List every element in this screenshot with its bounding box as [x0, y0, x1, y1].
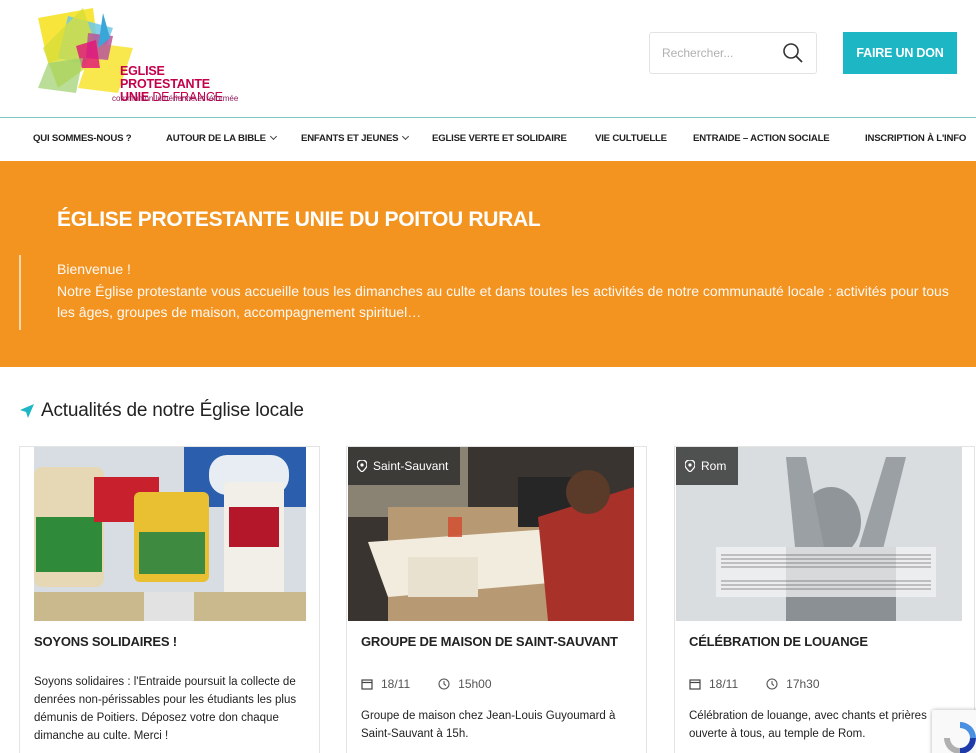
- news-card[interactable]: Saint-Sauvant GROUPE DE MAISON DE SAINT-…: [346, 446, 647, 753]
- news-card[interactable]: Rom CÉLÉBRATION DE LOUANGE 18/11 17h30 C…: [674, 446, 975, 753]
- nav-item-qui-sommes-nous[interactable]: QUI SOMMES-NOUS ?: [33, 133, 132, 144]
- nav-item-eglise-verte[interactable]: EGLISE VERTE ET SOLIDAIRE: [432, 133, 567, 144]
- card-image[interactable]: Saint-Sauvant: [348, 447, 634, 621]
- card-meta: 18/11 17h30: [689, 677, 820, 691]
- donate-button[interactable]: FAIRE UN DON: [843, 32, 957, 74]
- calendar-icon: [361, 679, 373, 690]
- nav-item-inscription[interactable]: INSCRIPTION À L'INFO: [865, 133, 966, 144]
- clock-icon: [766, 678, 778, 690]
- hero-title: ÉGLISE PROTESTANTE UNIE DU POITOU RURAL: [57, 208, 541, 231]
- card-description: Soyons solidaires : l'Entraide poursuit …: [34, 676, 297, 742]
- card-image[interactable]: Rom: [676, 447, 962, 621]
- chevron-down-icon: [402, 132, 410, 141]
- card-title[interactable]: SOYONS SOLIDAIRES !: [34, 634, 177, 649]
- nav-item-label: EGLISE VERTE ET SOLIDAIRE: [432, 133, 567, 144]
- map-pin-icon: [685, 460, 695, 472]
- clock-icon: [438, 678, 450, 690]
- card-title[interactable]: CÉLÉBRATION DE LOUANGE: [689, 634, 868, 649]
- nav-item-label: INSCRIPTION À L'INFO: [865, 133, 967, 144]
- hero-line2: Notre Église protestante vous accueille …: [57, 282, 949, 321]
- card-time: 17h30: [786, 677, 820, 691]
- map-pin-icon: [357, 460, 367, 472]
- calendar-icon: [689, 679, 701, 690]
- chevron-down-icon: [269, 132, 277, 141]
- search-box: [649, 32, 817, 74]
- card-description: Groupe de maison chez Jean-Louis Guyouma…: [361, 710, 616, 740]
- logo-line3: communion luthérienne et réformée: [112, 94, 239, 103]
- hero-line1: Bienvenue !: [57, 261, 131, 277]
- nav-item-label: QUI SOMMES-NOUS ?: [33, 133, 132, 144]
- card-location-badge: Rom: [676, 447, 739, 485]
- nav-item-autour-de-la-bible[interactable]: AUTOUR DE LA BIBLE: [166, 132, 277, 144]
- card-location: Saint-Sauvant: [373, 459, 449, 473]
- hero-quote-bar: [19, 255, 21, 330]
- nav-item-enfants-et-jeunes[interactable]: ENFANTS ET JEUNES: [301, 132, 410, 144]
- hero-banner: ÉGLISE PROTESTANTE UNIE DU POITOU RURAL …: [0, 161, 976, 367]
- search-icon[interactable]: [782, 42, 804, 64]
- location-arrow-icon: [20, 404, 34, 418]
- news-section-title: Actualités de notre Église locale: [19, 400, 304, 422]
- logo-text: EGLISE PROTESTANTE UNIE DE FRANCE commun…: [112, 64, 248, 104]
- card-meta: 18/11 15h00: [361, 677, 492, 691]
- nav-item-vie-cultuelle[interactable]: VIE CULTUELLE: [595, 133, 667, 144]
- nav-item-label: AUTOUR DE LA BIBLE: [166, 133, 266, 144]
- food-products-image: [34, 447, 306, 621]
- logo-line1: EGLISE PROTESTANTE: [120, 64, 210, 91]
- card-date: 18/11: [709, 677, 739, 691]
- card-date: 18/11: [381, 677, 411, 691]
- nav-item-label: ENTRAIDE – ACTION SOCIALE: [693, 133, 830, 144]
- hero-text: Bienvenue ! Notre Église protestante vou…: [57, 259, 957, 324]
- site-header: EGLISE PROTESTANTE UNIE DE FRANCE commun…: [0, 0, 976, 118]
- card-location-badge: Saint-Sauvant: [348, 447, 461, 485]
- card-description: Célébration de louange, avec chants et p…: [689, 710, 927, 740]
- recaptcha-icon: [944, 722, 976, 753]
- card-image[interactable]: [34, 447, 306, 621]
- site-logo[interactable]: EGLISE PROTESTANTE UNIE DE FRANCE commun…: [38, 8, 248, 108]
- card-title[interactable]: GROUPE DE MAISON DE SAINT-SAUVANT: [361, 634, 618, 649]
- recaptcha-badge[interactable]: [932, 710, 976, 753]
- nav-item-label: VIE CULTUELLE: [595, 133, 667, 144]
- news-section-title-text: Actualités de notre Église locale: [41, 400, 304, 421]
- nav-item-label: ENFANTS ET JEUNES: [301, 133, 399, 144]
- main-nav: QUI SOMMES-NOUS ? AUTOUR DE LA BIBLE ENF…: [0, 119, 976, 159]
- card-location: Rom: [701, 459, 727, 473]
- search-input[interactable]: [662, 46, 782, 60]
- card-time: 15h00: [458, 677, 492, 691]
- nav-item-entraide[interactable]: ENTRAIDE – ACTION SOCIALE: [693, 133, 830, 144]
- news-card[interactable]: SOYONS SOLIDAIRES ! Soyons solidaires : …: [19, 446, 320, 753]
